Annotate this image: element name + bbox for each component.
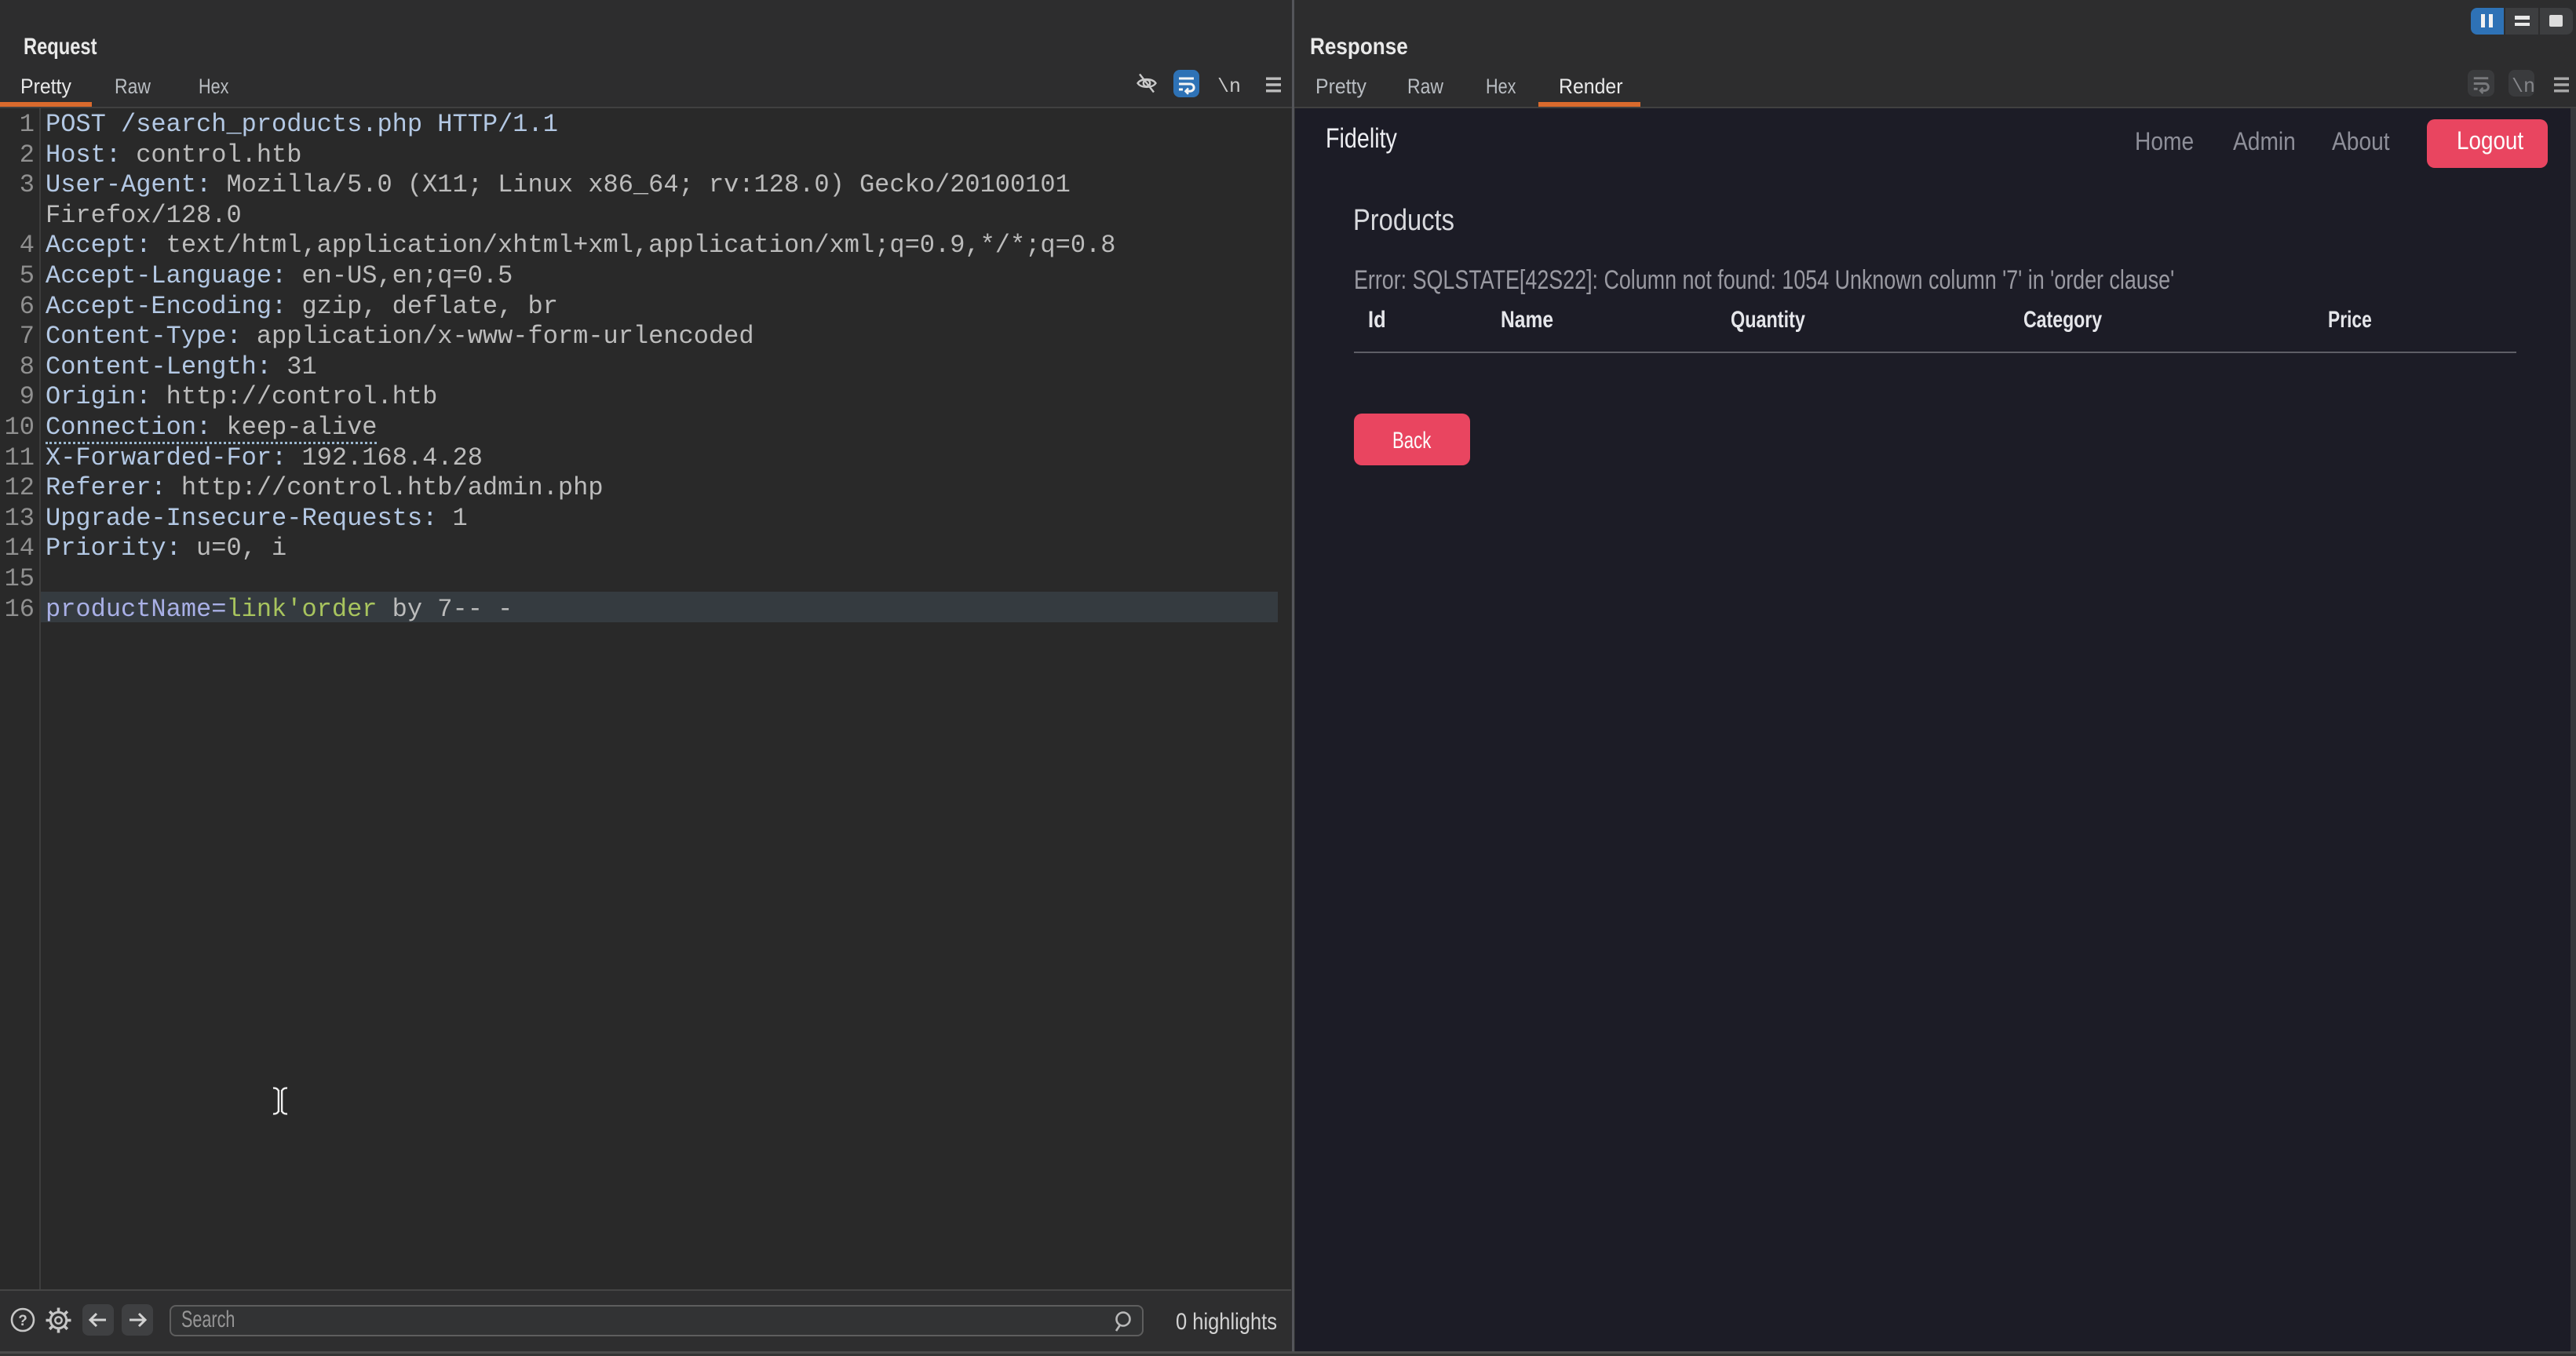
svg-text:?: ? (18, 1313, 27, 1329)
